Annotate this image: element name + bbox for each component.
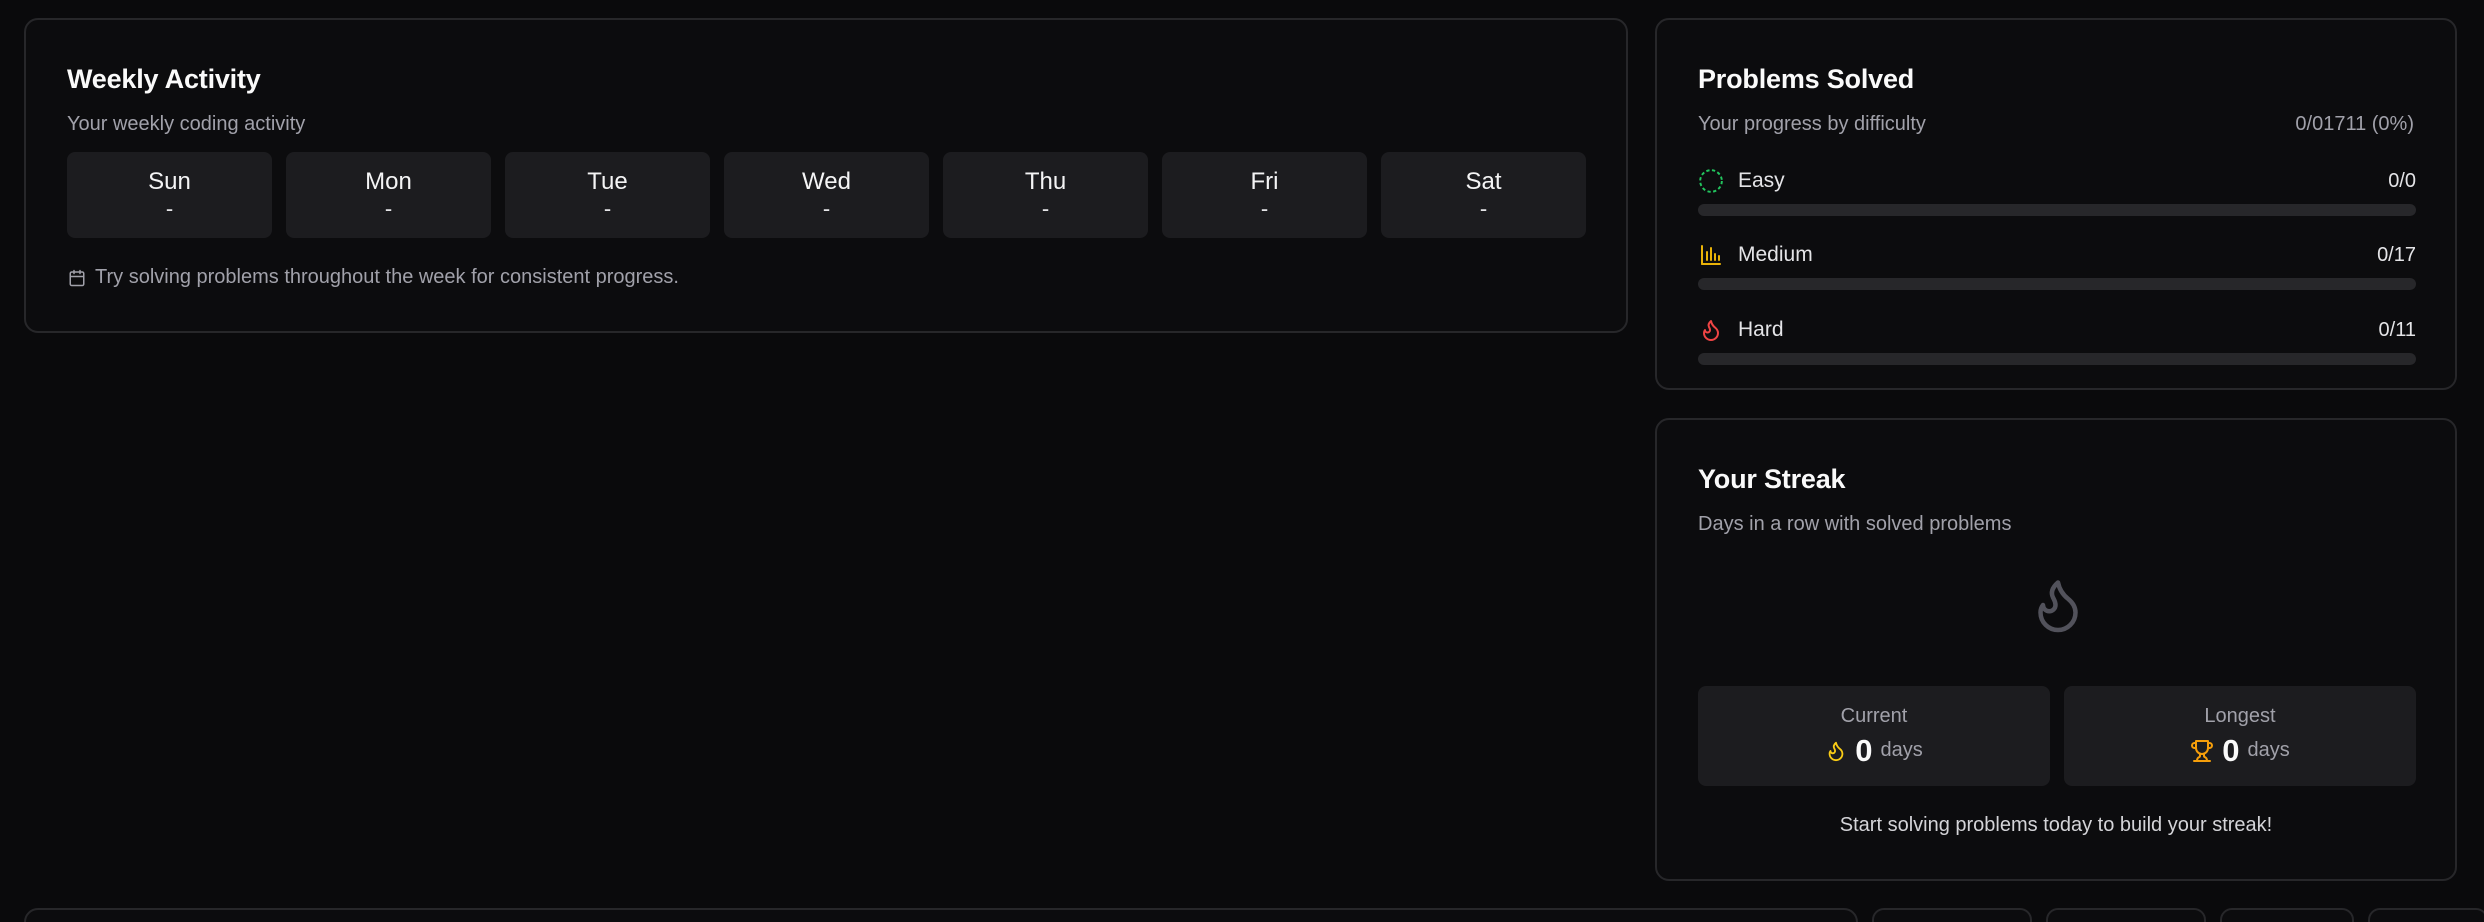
day-name: Thu <box>1024 168 1067 195</box>
day-name: Tue <box>587 168 628 195</box>
difficulty-row-hard: Hard 0/11 <box>1698 315 2416 365</box>
bottom-button[interactable] <box>2368 908 2484 922</box>
streak-subtitle: Days in a row with solved problems <box>1698 513 2012 535</box>
weekday-list: Sun - Mon - Tue - Wed - Thu - Fri - Sat … <box>67 152 1586 238</box>
weekly-tip-text: Try solving problems throughout the week… <box>95 266 679 288</box>
problems-solved-title: Problems Solved <box>1698 64 1915 94</box>
bottom-button[interactable] <box>1872 908 2032 922</box>
day-tile-sat: Sat - <box>1381 152 1586 238</box>
longest-streak-box: Longest 0 days <box>2064 686 2416 786</box>
day-name: Wed <box>802 168 851 195</box>
trophy-icon <box>2190 738 2214 764</box>
current-streak-unit: days <box>1880 739 1923 761</box>
difficulty-count: 0/17 <box>2377 243 2416 266</box>
day-value: - <box>822 196 831 221</box>
current-streak-box: Current 0 days <box>1698 686 2050 786</box>
problems-solved-card: Problems Solved Your progress by difficu… <box>1655 18 2457 390</box>
day-name: Mon <box>365 168 412 195</box>
day-value: - <box>1260 196 1269 221</box>
longest-streak-unit: days <box>2247 739 2290 761</box>
weekly-activity-title: Weekly Activity <box>67 64 261 94</box>
streak-title: Your Streak <box>1698 464 1846 494</box>
progress-bar <box>1698 353 2416 365</box>
flame-icon <box>1698 317 1724 343</box>
flame-icon <box>1825 738 1847 764</box>
problems-solved-subtitle: Your progress by difficulty <box>1698 113 1926 135</box>
day-tile-fri: Fri - <box>1162 152 1367 238</box>
day-tile-sun: Sun - <box>67 152 272 238</box>
progress-bar <box>1698 278 2416 290</box>
longest-streak-value: 0 <box>2222 732 2240 768</box>
day-tile-wed: Wed - <box>724 152 929 238</box>
day-tile-thu: Thu - <box>943 152 1148 238</box>
weekly-activity-card: Weekly Activity Your weekly coding activ… <box>24 18 1628 333</box>
flame-icon <box>2028 572 2088 638</box>
bottom-button[interactable] <box>2046 908 2206 922</box>
day-tile-tue: Tue - <box>505 152 710 238</box>
difficulty-count: 0/0 <box>2388 169 2416 192</box>
difficulty-row-easy: Easy 0/0 <box>1698 166 2416 216</box>
day-value: - <box>384 196 393 221</box>
current-streak-label: Current <box>1840 704 1908 727</box>
difficulty-count: 0/11 <box>2378 318 2416 341</box>
streak-card: Your Streak Days in a row with solved pr… <box>1655 418 2457 881</box>
progress-bar <box>1698 204 2416 216</box>
difficulty-row-medium: Medium 0/17 <box>1698 240 2416 290</box>
bar-chart-icon <box>1698 242 1724 268</box>
day-value: - <box>1479 196 1488 221</box>
day-tile-mon: Mon - <box>286 152 491 238</box>
weekly-tip: Try solving problems throughout the week… <box>67 266 679 289</box>
bottom-button[interactable] <box>2220 908 2354 922</box>
longest-streak-label: Longest <box>2204 704 2276 727</box>
dashed-circle-icon <box>1698 168 1724 194</box>
current-streak-value: 0 <box>1855 732 1873 768</box>
total-progress: 0/01711 (0%) <box>2295 113 2414 135</box>
day-name: Fri <box>1250 168 1279 195</box>
weekly-activity-subtitle: Your weekly coding activity <box>67 113 306 135</box>
day-name: Sun <box>148 168 191 195</box>
day-name: Sat <box>1465 168 1502 195</box>
day-value: - <box>1041 196 1050 221</box>
bottom-panel <box>24 908 1858 922</box>
difficulty-label: Hard <box>1738 318 1784 341</box>
calendar-icon <box>67 268 87 288</box>
streak-footer: Start solving problems today to build yo… <box>1839 814 2273 836</box>
difficulty-label: Medium <box>1738 243 1813 266</box>
difficulty-label: Easy <box>1738 169 1785 192</box>
day-value: - <box>603 196 612 221</box>
day-value: - <box>165 196 174 221</box>
streak-stats: Current 0 days Longest 0 days <box>1698 686 2416 786</box>
